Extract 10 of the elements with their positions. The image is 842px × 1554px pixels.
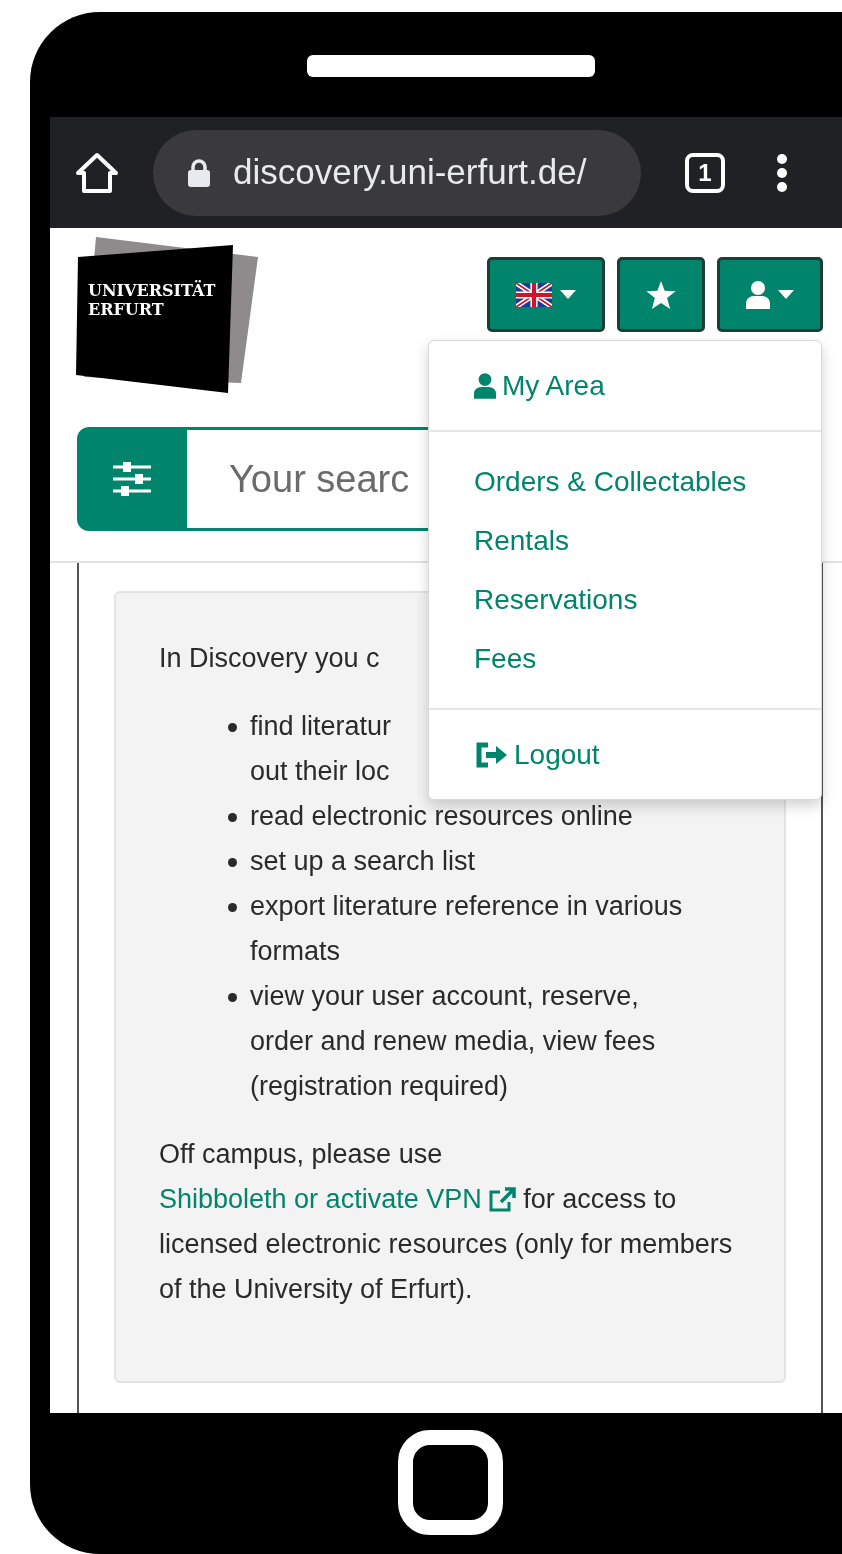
intro-text: In Discovery you c	[159, 642, 380, 675]
url-text: discovery.uni-erfurt.de/	[233, 151, 587, 194]
list-item-text: view your user account, reserve, order and renew media, view fees (registration required)	[250, 980, 657, 1103]
list-item-text: set up a search list	[250, 845, 476, 878]
logo-text: UNIVERSITÄT	[88, 281, 216, 300]
list-item-text: out their loc	[250, 755, 390, 788]
logo-text: ERFURT	[88, 300, 165, 319]
access-note: Off campus, please use Shibboleth or activate VPN for access to licensed electronic resources (only for members of the University of Erfurt).	[159, 1138, 734, 1306]
list-item-text: find literatur	[250, 710, 392, 743]
list-item-text: read electronic resources online	[250, 800, 633, 833]
